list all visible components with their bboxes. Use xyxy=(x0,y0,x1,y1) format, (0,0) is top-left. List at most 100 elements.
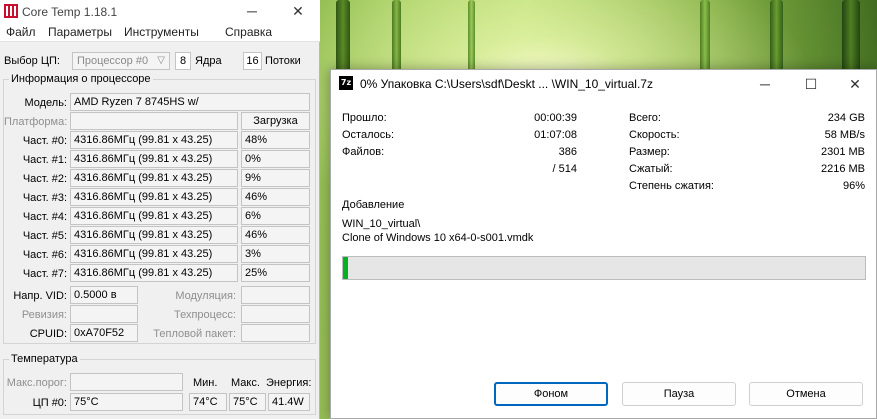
remaining-label: Осталось: xyxy=(342,129,395,141)
model-value: AMD Ryzen 7 8745HS w/ xyxy=(70,93,310,111)
modulation-value xyxy=(241,286,310,304)
core-freq-value: 4316.86МГц (99.81 x 43.25) xyxy=(70,207,238,225)
core-load-value: 46% xyxy=(241,188,310,206)
threads-count: 16 xyxy=(243,52,262,70)
cpuid-value: 0xA70F52 xyxy=(70,324,138,342)
core-load-value: 9% xyxy=(241,169,310,187)
menu-help[interactable]: Справка xyxy=(225,25,272,39)
tjmax-label: Макс.порог: xyxy=(6,377,67,389)
minimize-icon[interactable]: ─ xyxy=(238,1,266,21)
total-value: 234 GB xyxy=(827,112,865,124)
core-load-value: 48% xyxy=(241,131,310,149)
platform-label: Платформа: xyxy=(4,116,68,128)
compressed-label: Сжатый: xyxy=(629,163,673,175)
min-header: Мин. xyxy=(193,377,218,389)
pause-button[interactable]: Пауза xyxy=(622,382,736,406)
sevenzip-titlebar[interactable]: 7z 0% Упаковка C:\Users\sdf\Deskt ... \W… xyxy=(331,70,876,98)
temperature-title: Температура xyxy=(9,353,80,365)
sevenzip-app-icon: 7z xyxy=(339,76,353,90)
speed-value: 58 MB/s xyxy=(824,129,865,141)
close-icon[interactable]: ✕ xyxy=(840,74,870,94)
files-value: 386 xyxy=(558,146,577,158)
core-freq-value: 4316.86МГц (99.81 x 43.25) xyxy=(70,169,238,187)
elapsed-label: Прошло: xyxy=(342,112,387,124)
cores-label: Ядра xyxy=(195,55,222,67)
core-freq-value: 4316.86МГц (99.81 x 43.25) xyxy=(70,245,238,263)
ratio-value: 96% xyxy=(842,180,865,192)
menu-options[interactable]: Параметры xyxy=(48,25,112,39)
speed-label: Скорость: xyxy=(629,129,680,141)
core-freq-label: Част. #2: xyxy=(22,173,67,185)
model-label: Модель: xyxy=(24,97,67,109)
close-icon[interactable]: ✕ xyxy=(284,1,312,21)
cpu0-energy: 41.4W xyxy=(268,393,310,411)
vid-value: 0.5000 в xyxy=(70,286,138,304)
core-temp-title: Core Temp 1.18.1 xyxy=(22,5,118,19)
core-freq-label: Част. #5: xyxy=(22,230,67,242)
max-header: Макс. xyxy=(231,377,260,389)
elapsed-value: 00:00:39 xyxy=(534,112,577,124)
core-freq-label: Част. #3: xyxy=(22,192,67,204)
compression-progress-bar xyxy=(342,256,866,280)
core-load-value: 46% xyxy=(241,226,310,244)
core-freq-value: 4316.86МГц (99.81 x 43.25) xyxy=(70,150,238,168)
ratio-label: Степень сжатия: xyxy=(629,180,714,192)
process-label: Техпроцесс: xyxy=(173,309,236,321)
core-load-value: 6% xyxy=(241,207,310,225)
core-freq-value: 4316.86МГц (99.81 x 43.25) xyxy=(70,264,238,282)
current-path-folder: WIN_10_virtual\ xyxy=(342,218,421,230)
core-freq-label: Част. #0: xyxy=(22,135,67,147)
process-value xyxy=(241,305,310,323)
minimize-icon[interactable]: ─ xyxy=(750,74,780,94)
energy-header: Энергия: xyxy=(266,377,312,389)
cpu0-min: 74°C xyxy=(189,393,227,411)
platform-value xyxy=(70,112,238,130)
load-header: Загрузка xyxy=(241,112,310,130)
core-load-value: 25% xyxy=(241,264,310,282)
vid-label: Напр. VID: xyxy=(13,290,67,302)
tdp-label: Тепловой пакет: xyxy=(153,328,236,340)
core-load-value: 0% xyxy=(241,150,310,168)
cpu-select-value: Процессор #0 xyxy=(77,55,149,67)
revision-label: Ревизия: xyxy=(21,309,67,321)
cpu-select-dropdown[interactable]: Процессор #0 ▽ xyxy=(72,52,170,70)
background-button[interactable]: Фоном xyxy=(494,382,608,406)
sevenzip-progress-window: 7z 0% Упаковка C:\Users\sdf\Deskt ... \W… xyxy=(330,69,877,419)
maximize-icon[interactable]: ☐ xyxy=(796,74,826,94)
menu-file[interactable]: Файл xyxy=(6,25,36,39)
cpu-select-label: Выбор ЦП: xyxy=(4,55,60,67)
core-freq-value: 4316.86МГц (99.81 x 43.25) xyxy=(70,226,238,244)
modulation-label: Модуляция: xyxy=(175,290,236,302)
adding-label: Добавление xyxy=(342,199,405,211)
core-temp-titlebar[interactable]: Core Temp 1.18.1 ─ ✕ xyxy=(0,0,320,22)
processor-info-title: Информация о процессоре xyxy=(9,73,153,85)
core-freq-label: Част. #4: xyxy=(22,211,67,223)
progress-fill xyxy=(343,257,348,279)
sevenzip-title: 0% Упаковка C:\Users\sdf\Deskt ... \WIN_… xyxy=(360,77,653,91)
cancel-button[interactable]: Отмена xyxy=(749,382,863,406)
size-label: Размер: xyxy=(629,146,670,158)
core-freq-label: Част. #7: xyxy=(22,268,67,280)
core-temp-menubar: Файл Параметры Инструменты Справка xyxy=(0,22,320,42)
chevron-down-icon: ▽ xyxy=(157,55,165,66)
revision-value xyxy=(70,305,138,323)
cpuid-label: CPUID: xyxy=(29,328,67,340)
core-freq-value: 4316.86МГц (99.81 x 43.25) xyxy=(70,131,238,149)
threads-label: Потоки xyxy=(265,55,301,67)
compressed-value: 2216 MB xyxy=(820,163,865,175)
files-label: Файлов: xyxy=(342,146,385,158)
core-temp-window: Core Temp 1.18.1 ─ ✕ Файл Параметры Инст… xyxy=(0,0,320,419)
core-freq-value: 4316.86МГц (99.81 x 43.25) xyxy=(70,188,238,206)
core-load-value: 3% xyxy=(241,245,310,263)
cpu0-label: ЦП #0: xyxy=(32,397,67,409)
cpu0-temp: 75°C xyxy=(70,393,183,411)
files-total: / 514 xyxy=(552,163,577,175)
remaining-value: 01:07:08 xyxy=(534,129,577,141)
menu-tools[interactable]: Инструменты xyxy=(124,25,199,39)
total-label: Всего: xyxy=(629,112,661,124)
tjmax-value xyxy=(70,373,183,391)
cpu0-max: 75°C xyxy=(229,393,266,411)
cores-count: 8 xyxy=(175,52,191,70)
core-freq-label: Част. #6: xyxy=(22,249,67,261)
current-path-file: Clone of Windows 10 x64-0-s001.vmdk xyxy=(342,232,534,244)
